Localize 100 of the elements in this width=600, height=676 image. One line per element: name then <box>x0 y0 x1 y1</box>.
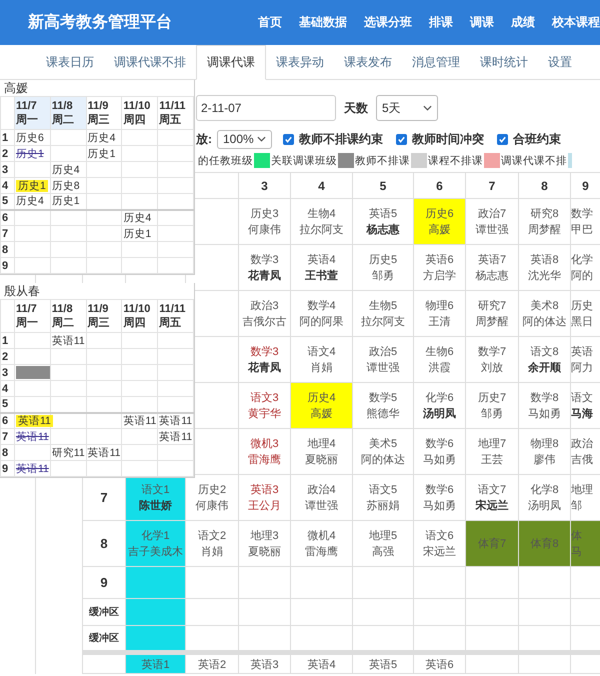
timetable-cell[interactable]: 数学4 阿的阿果 <box>290 290 352 336</box>
checkbox[interactable] <box>283 134 294 144</box>
nav-link[interactable]: 调课 <box>470 14 494 31</box>
timetable-cell[interactable]: 英语6 方启学 <box>414 244 466 290</box>
timetable-cell[interactable]: 地理4 夏晓丽 <box>290 428 352 474</box>
subject-label: 物理6 <box>424 298 455 314</box>
timetable-cell[interactable]: 研究8 周梦醒 <box>518 198 570 244</box>
timetable-cell[interactable]: 英语4 王书萱 <box>290 244 352 290</box>
timetable-cell[interactable]: 历史3 何康伟 <box>238 198 290 244</box>
days-select[interactable]: 5天 <box>376 95 438 121</box>
tab[interactable]: 设置 <box>538 45 582 79</box>
lesson-entry[interactable]: 英语11 <box>159 430 192 442</box>
timetable-cell[interactable]: 研究7 周梦醒 <box>466 290 518 336</box>
timetable-cell[interactable]: 数学3 花青凤 <box>238 244 290 290</box>
tab[interactable]: 课表日历 <box>36 45 104 79</box>
timetable-cell[interactable]: 政治7 谭世强 <box>466 198 518 244</box>
nav-link[interactable]: 首页 <box>258 14 282 31</box>
timetable-cell[interactable]: 物理6 王清 <box>414 290 466 336</box>
timetable-cell[interactable]: 英语3 王公月 <box>238 474 290 520</box>
zoom-select[interactable]: 100% <box>217 130 272 148</box>
timetable-cell[interactable]: 历史6 高媛 <box>414 198 466 244</box>
timetable-cell[interactable]: 英语1 <box>126 652 186 674</box>
subject-label: 地理3 <box>249 528 280 544</box>
teacher-name: 阿的阿果 <box>298 314 344 330</box>
timetable-cell[interactable]: 英语2 <box>186 652 238 674</box>
period-number: 8 <box>2 244 8 256</box>
timetable-cell[interactable] <box>126 566 186 598</box>
lesson-entry[interactable]: 英语11 <box>16 462 49 474</box>
timetable-cell[interactable]: 英语7 杨志惠 <box>466 244 518 290</box>
lesson-entry[interactable]: 英语11 <box>123 414 156 427</box>
nav-link[interactable]: 基础数据 <box>299 14 347 31</box>
timetable-cell[interactable]: 英语4 <box>290 652 352 674</box>
lesson-entry[interactable]: 英语11 <box>159 414 192 427</box>
timetable-cell[interactable]: 地理5 高强 <box>352 520 414 566</box>
tab[interactable]: 消息管理 <box>402 45 470 79</box>
tab[interactable]: 课表异动 <box>266 45 334 79</box>
timetable-cell[interactable]: 英语6 <box>414 652 466 674</box>
teacher-name: 廖伟 <box>532 452 556 468</box>
timetable-cell[interactable]: 数学5 熊德华 <box>352 382 414 428</box>
caret-icon <box>257 136 266 142</box>
teacher-name: 宋远兰 <box>474 498 510 514</box>
timetable-cell[interactable]: 微机3 雷海鹰 <box>238 428 290 474</box>
subject-label: 英语3 <box>249 482 280 498</box>
nav-link[interactable]: 排课 <box>429 14 453 31</box>
checkbox-label: 合班约束 <box>513 130 561 148</box>
lesson-entry[interactable]: 英语11 <box>16 414 53 427</box>
subject-label: 物理8 <box>529 436 560 452</box>
timetable-cell[interactable]: 历史4 高媛 <box>290 382 352 428</box>
checkbox[interactable] <box>396 134 407 144</box>
teacher-name: 阿力 <box>572 360 594 376</box>
subject-label: 语文2 <box>196 528 228 544</box>
timetable-cell[interactable]: 数学6 马如勇 <box>414 474 466 520</box>
timetable-cell[interactable]: 化学6 汤明凤 <box>414 382 466 428</box>
lesson-entry[interactable]: 英语11 <box>52 334 85 346</box>
timetable-cell[interactable]: 政治4 谭世强 <box>290 474 352 520</box>
timetable-cell[interactable]: 微机4 雷海鹰 <box>290 520 352 566</box>
subject-label: 英语 <box>572 344 594 360</box>
nav-link[interactable]: 成绩 <box>511 14 535 31</box>
timetable-cell[interactable]: 生物5 拉尔阿支 <box>352 290 414 336</box>
timetable-cell[interactable]: 数学3 花青凤 <box>238 336 290 382</box>
subject-label: 地理5 <box>368 528 398 544</box>
timetable-cell[interactable]: 物理8 廖伟 <box>518 428 570 474</box>
timetable-cell[interactable]: 语文5 苏丽娟 <box>352 474 414 520</box>
timetable-cell[interactable]: 美术5 阿的体达 <box>352 428 414 474</box>
timetable-cell[interactable]: 地理7 王芸 <box>466 428 518 474</box>
tab[interactable]: 调课代课 <box>196 45 266 80</box>
timetable-cell[interactable]: 历史7 邹勇 <box>466 382 518 428</box>
date-field[interactable]: 2-11-07 <box>196 95 336 121</box>
subject-label: 地理4 <box>306 436 337 452</box>
lesson-entry[interactable]: 英语11 <box>88 446 120 458</box>
nav-link[interactable]: 校本课程 <box>552 14 600 31</box>
timetable-cell[interactable]: 政治5 谭世强 <box>352 336 414 382</box>
nav-link[interactable]: 选课分班 <box>364 14 412 31</box>
timetable-cell[interactable]: 政治3 吉俄尔古 <box>238 290 290 336</box>
tab[interactable]: 课时统计 <box>470 45 538 79</box>
timetable-cell[interactable]: 化学1 吉子美成木 <box>126 520 186 566</box>
lesson-entry[interactable]: 研究11 <box>52 446 85 458</box>
timetable-cell[interactable]: 英语5 <box>352 652 414 674</box>
timetable-cell[interactable]: 语文2 肖娟 <box>186 520 238 566</box>
timetable-cell[interactable]: 历史5 邹勇 <box>352 244 414 290</box>
tab[interactable]: 课表发布 <box>334 45 402 79</box>
timetable-cell[interactable] <box>126 598 186 626</box>
tab[interactable]: 调课代课不排 <box>104 45 196 79</box>
timetable-cell[interactable]: 数学7 刘放 <box>466 336 518 382</box>
timetable-cell[interactable]: 生物4 拉尔阿支 <box>290 198 352 244</box>
teacher-name: 花青凤 <box>246 360 282 376</box>
timetable-cell[interactable]: 生物6 洪霞 <box>414 336 466 382</box>
subject-label: 微机3 <box>249 436 280 452</box>
timetable-cell[interactable]: 美术8 阿的体达 <box>518 290 570 336</box>
timetable-cell[interactable]: 数学6 马如勇 <box>414 428 466 474</box>
timetable-cell[interactable]: 地理3 夏晓丽 <box>238 520 290 566</box>
teacher-name: 谭世强 <box>474 222 510 238</box>
timetable-cell[interactable]: 英语8 沈光华 <box>518 244 570 290</box>
timetable-cell[interactable]: 数学8 马如勇 <box>518 382 570 428</box>
lesson-entry[interactable]: 历史1 <box>16 180 48 192</box>
timetable-cell[interactable]: 英语3 <box>238 652 290 674</box>
checkbox[interactable] <box>497 134 508 144</box>
lesson-entry[interactable]: 英语11 <box>16 430 49 442</box>
timetable-cell[interactable]: 语文8 余开顺 <box>518 336 570 382</box>
subject-label: 体育8 <box>529 536 560 552</box>
